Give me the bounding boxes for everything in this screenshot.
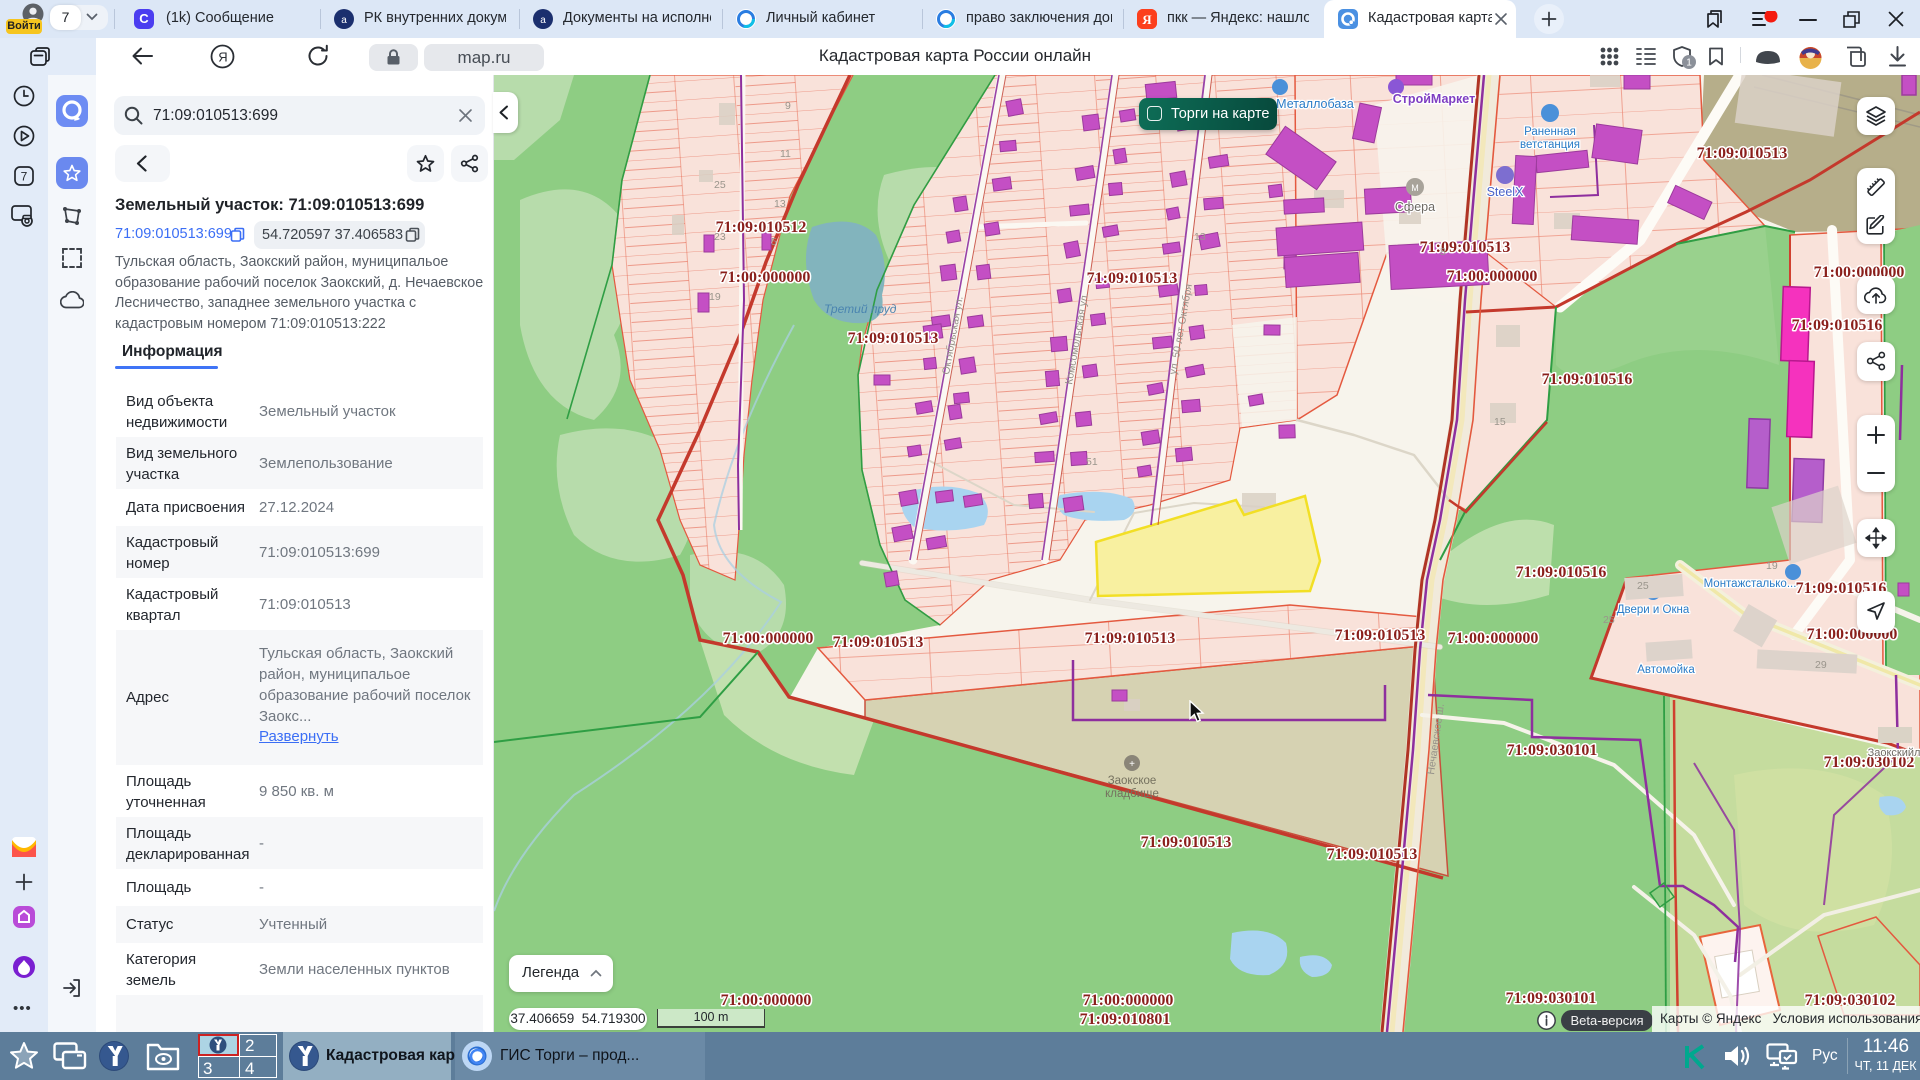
svg-text:71:09:010513: 71:09:010513 xyxy=(1087,270,1178,287)
svg-text:51: 51 xyxy=(1086,456,1098,468)
svg-text:71:09:030101: 71:09:030101 xyxy=(1507,742,1598,759)
svg-text:Я: Я xyxy=(1142,12,1152,27)
svg-text:23: 23 xyxy=(714,231,726,243)
svg-text:15: 15 xyxy=(1494,416,1506,428)
svg-text:ветстанция: ветстанция xyxy=(1520,139,1580,151)
svg-text:71:09:030101: 71:09:030101 xyxy=(1506,990,1597,1007)
svg-text:8: 8 xyxy=(1440,246,1446,258)
svg-text:11: 11 xyxy=(780,148,791,160)
svg-text:29: 29 xyxy=(1815,659,1827,671)
svg-text:71:09:010516: 71:09:010516 xyxy=(1792,317,1883,334)
svg-text:25: 25 xyxy=(1603,614,1615,626)
svg-text:Заокское: Заокское xyxy=(1108,775,1157,787)
svg-text:Монтажсталько...: Монтажсталько... xyxy=(1704,578,1797,590)
svg-text:71:00:000000: 71:00:000000 xyxy=(1083,992,1174,1009)
svg-text:71:09:010801: 71:09:010801 xyxy=(1080,1011,1171,1028)
svg-text:M: M xyxy=(1411,183,1419,193)
svg-text:Я: Я xyxy=(218,50,227,65)
svg-text:71:09:010513: 71:09:010513 xyxy=(833,634,924,651)
svg-text:71:00:000000: 71:00:000000 xyxy=(1448,630,1539,647)
svg-text:71:09:010513: 71:09:010513 xyxy=(1335,627,1426,644)
svg-text:71:09:010516: 71:09:010516 xyxy=(1542,371,1633,388)
svg-text:Заокскийл: Заокскийл xyxy=(1868,747,1920,759)
svg-text:a: a xyxy=(540,15,546,26)
svg-text:71:00:000000: 71:00:000000 xyxy=(721,992,812,1009)
svg-text:71:09:010516: 71:09:010516 xyxy=(1516,564,1607,581)
svg-text:13: 13 xyxy=(774,198,786,210)
svg-text:Раненная: Раненная xyxy=(1524,126,1576,138)
svg-text:25: 25 xyxy=(1637,580,1649,592)
svg-text:71:00:000000: 71:00:000000 xyxy=(1447,268,1538,285)
svg-text:71:00:000000: 71:00:000000 xyxy=(720,269,811,286)
svg-text:a: a xyxy=(341,15,347,26)
svg-text:7: 7 xyxy=(21,170,28,184)
svg-text:19: 19 xyxy=(709,291,721,303)
svg-text:СтройМаркет: СтройМаркет xyxy=(1393,92,1475,106)
svg-text:5: 5 xyxy=(771,236,777,248)
svg-text:25: 25 xyxy=(714,179,726,191)
svg-text:71:09:010513: 71:09:010513 xyxy=(1327,846,1418,863)
svg-text:71:09:010513: 71:09:010513 xyxy=(1141,834,1232,851)
svg-text:19: 19 xyxy=(1766,560,1778,572)
svg-text:Двери и Окна: Двери и Окна xyxy=(1617,604,1690,616)
svg-text:71:09:010512: 71:09:010512 xyxy=(716,219,807,236)
svg-text:SteelX: SteelX xyxy=(1487,185,1524,199)
svg-text:71:09:010513: 71:09:010513 xyxy=(1420,239,1511,256)
svg-text:71:09:010513: 71:09:010513 xyxy=(848,330,939,347)
svg-text:Сфера: Сфера xyxy=(1395,200,1435,214)
svg-text:Металлобаза: Металлобаза xyxy=(1276,97,1354,111)
svg-text:кладбище: кладбище xyxy=(1105,788,1159,800)
svg-text:71:00:000000: 71:00:000000 xyxy=(723,630,814,647)
svg-text:9: 9 xyxy=(785,100,791,112)
svg-text:Третий пруд: Третий пруд xyxy=(824,302,897,316)
svg-text:13: 13 xyxy=(1194,231,1206,243)
svg-text:+: + xyxy=(1129,759,1135,770)
svg-text:1: 1 xyxy=(1686,58,1692,69)
svg-text:Автомойка: Автомойка xyxy=(1637,664,1695,676)
svg-text:71:09:010513: 71:09:010513 xyxy=(1085,630,1176,647)
svg-text:71:09:010513: 71:09:010513 xyxy=(1697,145,1788,162)
